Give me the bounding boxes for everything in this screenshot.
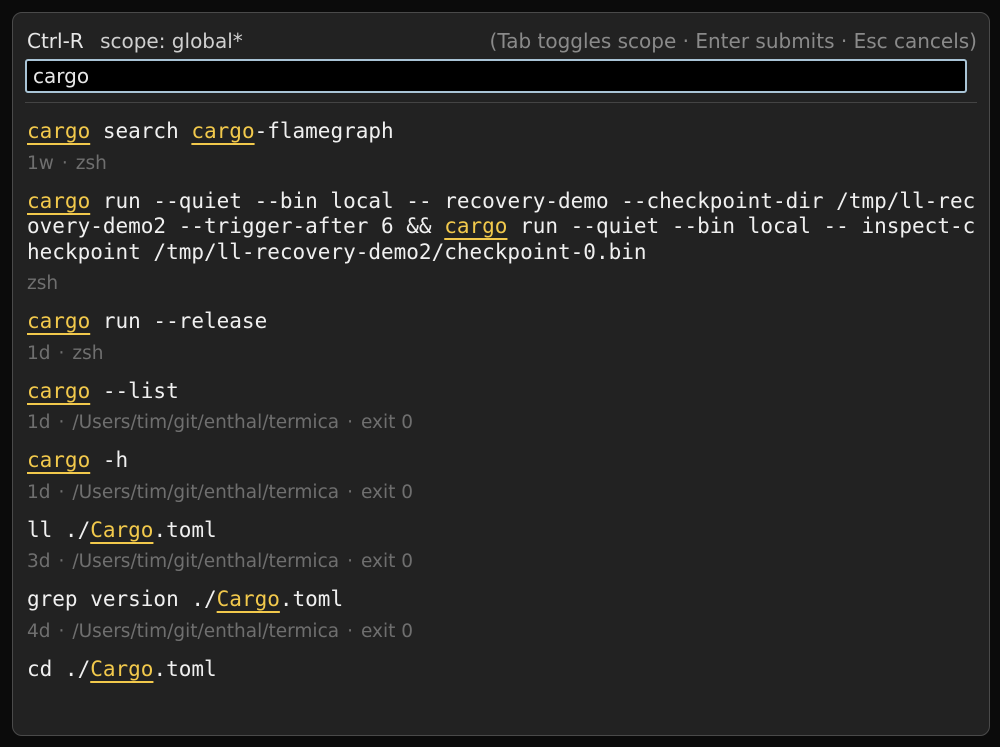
command-text: cargo search cargo-flamegraph	[27, 119, 977, 145]
match-highlight: Cargo	[90, 517, 154, 542]
entry-metadata: 1d · /Users/tim/git/enthal/termica · exit 0	[27, 480, 977, 506]
history-entry[interactable]: cargo run --release 1d · zsh	[27, 309, 977, 367]
history-entry[interactable]: grep version ./Cargo.toml 4d · /Users/tim/g…	[27, 587, 977, 645]
meta-field: /Users/tim/git/enthal/termica	[72, 620, 340, 642]
meta-field: 3d	[27, 551, 51, 572]
entry-metadata: zsh	[27, 271, 977, 297]
match-highlight: cargo	[27, 378, 91, 403]
command-segment: ll ./	[27, 517, 91, 542]
divider	[25, 102, 977, 103]
search-box[interactable]	[25, 59, 967, 93]
meta-field: 1d	[27, 412, 51, 433]
match-highlight: cargo	[27, 309, 91, 333]
match-highlight: cargo	[27, 119, 91, 143]
command-text: cargo run --quiet --bin local -- recover…	[27, 189, 977, 266]
meta-separator: ·	[61, 152, 68, 174]
command-segment: search	[90, 119, 192, 143]
command-segment: .toml	[153, 517, 217, 542]
command-segment: cd ./	[27, 656, 91, 681]
match-highlight: cargo	[27, 448, 91, 472]
meta-field: exit 0	[360, 412, 414, 433]
command-text: cargo -h	[27, 448, 977, 474]
command-segment: run --release	[90, 309, 268, 333]
history-entry[interactable]: ll ./Cargo.toml 3d · /Users/tim/git/enthal/…	[27, 518, 977, 576]
entry-metadata: 3d · /Users/tim/git/enthal/termica · exit 0	[27, 549, 977, 575]
history-entry[interactable]: cargo -h 1d · /Users/tim/git/enthal/termica…	[27, 448, 977, 506]
results-list: cargo search cargo-flamegraph 1w · zsh cargo…	[27, 119, 977, 735]
meta-field: 1d	[27, 342, 51, 364]
history-entry[interactable]: cargo search cargo-flamegraph 1w · zsh	[27, 119, 977, 177]
meta-separator: ·	[58, 551, 65, 572]
meta-field: /Users/tim/git/enthal/termica	[72, 551, 340, 572]
command-segment: -flamegraph	[254, 119, 394, 143]
match-highlight: cargo	[27, 188, 91, 213]
history-search-panel: Ctrl-R scope: global* (Tab toggles scope…	[12, 12, 990, 736]
command-text: cd ./Cargo.toml	[27, 657, 977, 683]
match-highlight: Cargo	[90, 656, 154, 681]
meta-field: 1w	[27, 152, 54, 174]
command-text: cargo --list	[27, 379, 977, 405]
command-segment: .toml	[279, 587, 344, 611]
command-text: cargo run --release	[27, 309, 977, 335]
meta-field: zsh	[27, 273, 59, 294]
entry-metadata: 1d · zsh	[27, 341, 977, 367]
meta-separator: ·	[347, 620, 353, 642]
meta-field: 1d	[27, 481, 51, 503]
command-segment: .toml	[153, 656, 217, 681]
scope-label[interactable]: scope: global*	[100, 29, 243, 53]
meta-field: exit 0	[360, 551, 414, 572]
meta-separator: ·	[58, 481, 65, 503]
history-entry[interactable]: cargo run --quiet --bin local -- recover…	[27, 189, 977, 298]
meta-separator: ·	[347, 412, 353, 433]
entry-metadata: 1w · zsh	[27, 151, 977, 177]
meta-separator: ·	[347, 551, 353, 572]
match-highlight: Cargo	[216, 587, 280, 611]
meta-field: exit 0	[360, 481, 414, 503]
command-segment: grep version ./	[27, 587, 217, 611]
history-entry[interactable]: cd ./Cargo.toml	[27, 657, 977, 683]
keyboard-hint: (Tab toggles scope · Enter submits · Esc…	[489, 29, 977, 53]
header: Ctrl-R scope: global* (Tab toggles scope…	[27, 27, 977, 55]
meta-separator: ·	[347, 481, 353, 503]
meta-field: /Users/tim/git/enthal/termica	[72, 412, 340, 433]
command-segment: --list	[90, 378, 179, 403]
history-entry[interactable]: cargo --list 1d · /Users/tim/git/enthal/ter…	[27, 379, 977, 437]
command-text: ll ./Cargo.toml	[27, 518, 977, 544]
meta-field: zsh	[72, 342, 104, 364]
meta-separator: ·	[58, 620, 65, 642]
search-input[interactable]	[27, 61, 965, 91]
command-text: grep version ./Cargo.toml	[27, 587, 977, 613]
entry-metadata: 1d · /Users/tim/git/enthal/termica · exit 0	[27, 410, 977, 436]
mode-label: Ctrl-R	[27, 29, 84, 53]
meta-field: /Users/tim/git/enthal/termica	[72, 481, 340, 503]
meta-separator: ·	[58, 342, 65, 364]
entry-metadata: 4d · /Users/tim/git/enthal/termica · exit 0	[27, 619, 977, 645]
meta-separator: ·	[58, 412, 65, 433]
command-segment: -h	[90, 448, 129, 472]
meta-field: exit 0	[360, 620, 414, 642]
match-highlight: cargo	[191, 119, 255, 143]
meta-field: 4d	[27, 620, 51, 642]
match-highlight: cargo	[444, 214, 508, 238]
meta-field: zsh	[75, 152, 107, 174]
